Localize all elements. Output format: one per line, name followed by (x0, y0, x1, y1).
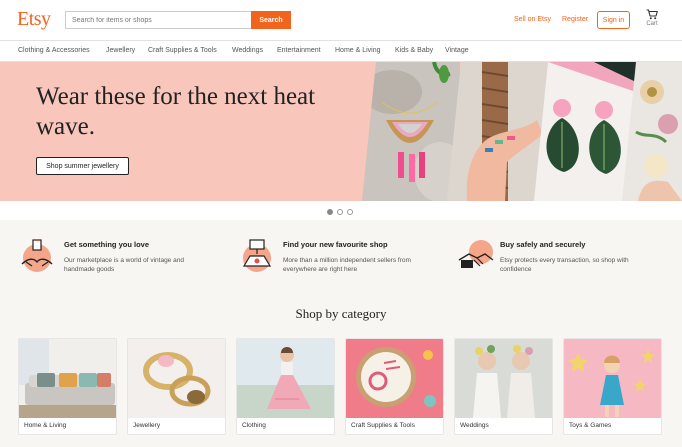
prop-text-love: Our marketplace is a world of vintage an… (64, 257, 184, 273)
prop-title-love: Get something you love (64, 240, 150, 249)
category-card-home-living[interactable]: Home & Living (18, 338, 117, 435)
category-image-home-living (19, 339, 116, 418)
category-image-craft-supplies (346, 339, 443, 418)
sell-on-etsy-link[interactable]: Sell on Etsy (514, 16, 551, 23)
hero-image-necklace (362, 62, 460, 201)
category-label: Home & Living (24, 422, 67, 429)
category-card-toys-games[interactable]: Toys & Games (563, 338, 662, 435)
cart-button[interactable]: Cart (642, 9, 662, 27)
category-nav: Clothing & Accessories Jewellery Craft S… (0, 40, 682, 62)
category-card-clothing[interactable]: Clothing (236, 338, 335, 435)
category-image-toys-games (564, 339, 661, 418)
carousel-dot-2[interactable] (337, 209, 343, 215)
nav-item-vintage[interactable]: Vintage (445, 47, 469, 54)
nav-item-craft-supplies[interactable]: Craft Supplies & Tools (148, 47, 217, 54)
handshake-icon (457, 236, 495, 274)
cart-icon (646, 9, 658, 20)
search-bar: Search (65, 11, 291, 29)
gift-hands-icon (18, 236, 56, 274)
category-label: Weddings (460, 422, 489, 429)
category-card-craft-supplies[interactable]: Craft Supplies & Tools (345, 338, 444, 435)
prop-title-shop: Find your new favourite shop (283, 240, 388, 249)
prop-text-shop: More than a million independent sellers … (283, 257, 411, 273)
prop-text-secure: Etsy protects every transaction, so shop… (500, 257, 629, 273)
hero-image-earrings (534, 62, 636, 201)
nav-item-clothing-accessories[interactable]: Clothing & Accessories (18, 47, 90, 54)
category-label: Craft Supplies & Tools (351, 422, 415, 429)
category-image-clothing (237, 339, 334, 418)
category-image-jewellery (128, 339, 225, 418)
search-input[interactable] (65, 11, 252, 29)
category-image-weddings (455, 339, 552, 418)
site-header: Etsy Search Sell on Etsy Register Sign i… (0, 0, 682, 40)
nav-item-kids-baby[interactable]: Kids & Baby (395, 47, 433, 54)
category-label: Clothing (242, 422, 266, 429)
sign-in-button[interactable]: Sign in (597, 11, 630, 29)
carousel-dot-1[interactable] (327, 209, 333, 215)
cart-label: Cart (646, 21, 658, 27)
category-card-weddings[interactable]: Weddings (454, 338, 553, 435)
shop-sign-icon (238, 236, 276, 274)
hero-title: Wear these for the next heat wave. (36, 83, 316, 140)
nav-item-entertainment[interactable]: Entertainment (277, 47, 321, 54)
category-label: Toys & Games (569, 422, 612, 429)
carousel-dots (327, 209, 357, 217)
nav-item-weddings[interactable]: Weddings (232, 47, 263, 54)
prop-title-secure: Buy safely and securely (500, 240, 586, 249)
register-link[interactable]: Register (562, 16, 588, 23)
category-label: Jewellery (133, 422, 161, 429)
carousel-dot-3[interactable] (347, 209, 353, 215)
nav-item-jewellery[interactable]: Jewellery (106, 47, 135, 54)
shop-summer-jewellery-button[interactable]: Shop summer jewellery (36, 157, 129, 175)
search-button[interactable]: Search (251, 11, 291, 29)
etsy-logo[interactable]: Etsy (17, 8, 51, 31)
hero-image-rings (447, 62, 547, 201)
nav-item-home-living[interactable]: Home & Living (335, 47, 381, 54)
shop-by-category-heading: Shop by category (295, 306, 387, 321)
category-card-jewellery[interactable]: Jewellery (127, 338, 226, 435)
